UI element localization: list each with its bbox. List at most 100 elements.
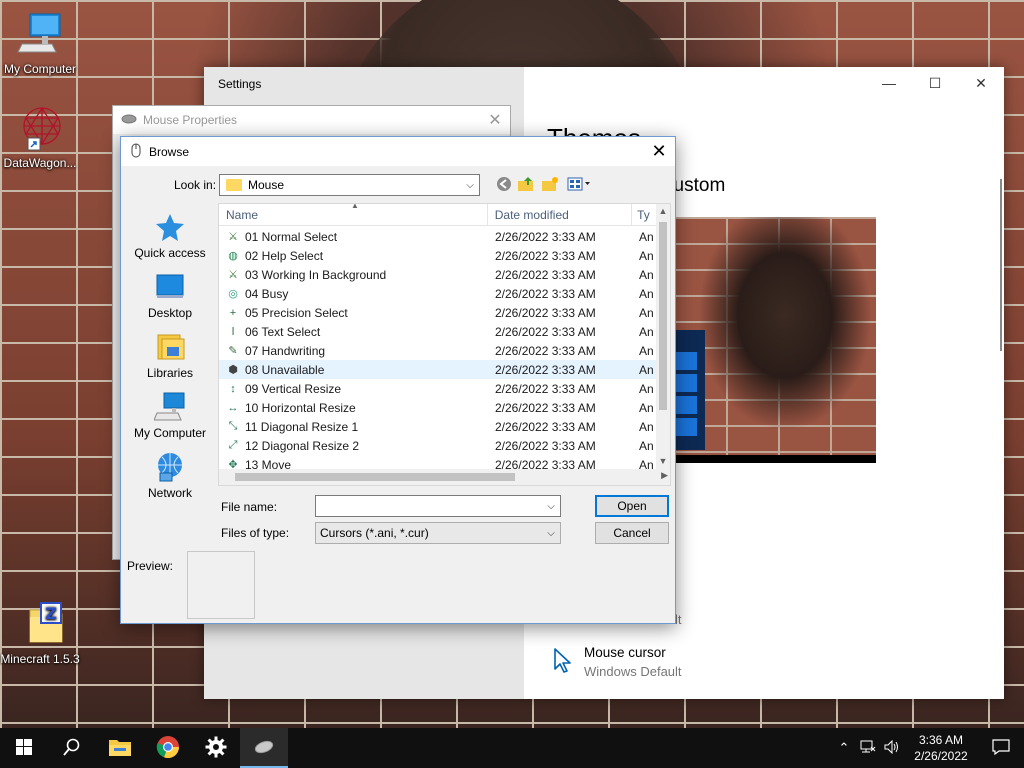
taskbar: ⌃ 3:36 AM 2/26/2022 [0,728,1024,768]
file-name-input[interactable]: ⌵ [315,495,561,517]
close-button[interactable]: ✕ [480,110,510,130]
preview-window [674,330,705,450]
notification-button[interactable] [978,738,1024,758]
file-name-text: 08 Unavailable [245,362,325,377]
desktop-icon-datawagon[interactable]: DataWagon... [0,104,80,170]
working-cursor-icon: ⚔ [228,269,238,281]
settings-scrollbar[interactable] [1000,179,1002,351]
minimize-button[interactable]: — [866,67,912,99]
file-row[interactable]: ↕ 09 Vertical Resize 2/26/2022 3:33 AM An [219,379,656,398]
file-row[interactable]: ⤢ 12 Diagonal Resize 2 2/26/2022 3:33 AM An [219,436,656,455]
file-row[interactable]: ↔ 10 Horizontal Resize 2/26/2022 3:33 AM An [219,398,656,417]
place-quick-access[interactable]: Quick access [127,211,213,260]
scroll-up-icon[interactable]: ▲ [656,206,670,216]
file-type-cell: An [639,362,654,377]
close-button[interactable]: ✕ [643,137,675,166]
file-name-cell: ↔ 10 Horizontal Resize [219,400,489,416]
cancel-button[interactable]: Cancel [595,522,669,544]
scroll-right-icon[interactable]: ▶ [661,470,668,481]
network-status-icon[interactable] [856,740,880,757]
file-row[interactable]: ⚔ 03 Working In Background 2/26/2022 3:33 … [219,265,656,284]
svg-text:Z: Z [45,604,57,623]
file-row[interactable]: ⤡ 11 Diagonal Resize 1 2/26/2022 3:33 AM An [219,417,656,436]
file-row[interactable]: ǀ 06 Text Select 2/26/2022 3:33 AM An [219,322,656,341]
file-date-cell: 2/26/2022 3:33 AM [495,438,596,453]
new-folder-icon [541,176,559,195]
file-date-cell: 2/26/2022 3:33 AM [495,381,596,396]
maximize-button[interactable]: ☐ [912,67,958,99]
file-row[interactable]: ✎ 07 Handwriting 2/26/2022 3:33 AM An [219,341,656,360]
diagonal-resize-1-cursor-icon: ⤡ [228,420,238,432]
desktop-icon-label: Minecraft 1.5.3 [0,652,80,666]
scroll-thumb[interactable] [235,473,515,481]
file-date-cell: 2/26/2022 3:33 AM [495,267,596,282]
clock-date: 2/26/2022 [914,749,968,763]
settings-button[interactable] [192,728,240,768]
chrome-button[interactable] [144,728,192,768]
file-name-cell: ⤡ 11 Diagonal Resize 1 [219,419,489,435]
file-name-text: 12 Diagonal Resize 2 [245,438,360,453]
file-row[interactable]: ⚔ 01 Normal Select 2/26/2022 3:33 AM An [219,227,656,246]
sword-cursor-icon: ⚔ [228,231,238,243]
file-name-cell: ◎ 04 Busy [219,286,489,302]
clock-time: 3:36 AM [918,733,964,747]
back-button[interactable] [493,175,515,195]
scroll-thumb[interactable] [659,222,667,410]
datawagon-shortcut-icon [16,104,64,152]
desktop-icon-label: My Computer [3,62,77,76]
place-libraries[interactable]: Libraries [127,331,213,380]
mouse-cursor-title[interactable]: Mouse cursor [584,645,666,660]
new-folder-button[interactable] [539,175,561,195]
preview-box [187,551,255,619]
chevron-up-icon[interactable]: ⌃ [832,740,856,756]
vertical-resize-cursor-icon: ↕ [230,382,236,395]
clock[interactable]: 3:36 AM 2/26/2022 [904,732,978,764]
start-button[interactable] [0,728,48,768]
browse-title: Browse [149,144,190,159]
column-header-date[interactable]: Date modified [488,204,633,225]
files-of-type-value: Cursors (*.ani, *.cur) [320,526,429,540]
mouse-properties-title: Mouse Properties [143,113,238,127]
view-menu-button[interactable] [565,175,593,195]
open-button[interactable]: Open [595,495,669,517]
file-name-text: 03 Working In Background [245,267,387,282]
place-label: Network [147,486,192,500]
up-folder-button[interactable] [515,175,537,195]
file-row[interactable]: ⬢ 08 Unavailable 2/26/2022 3:33 AM An [219,360,656,379]
file-row[interactable]: +05 Precision Select 2/26/2022 3:33 AM An [219,303,656,322]
sort-up-icon: ▲ [351,203,359,210]
handwriting-cursor-icon: ✎ [228,345,238,357]
desktop-icon-minecraft[interactable]: Z Minecraft 1.5.3 [0,600,80,666]
place-desktop[interactable]: Desktop [127,271,213,320]
chevron-down-icon[interactable]: ⌵ [542,501,560,512]
place-network[interactable]: Network [127,451,213,500]
look-in-dropdown[interactable]: Mouse ⌵ [219,174,480,196]
windows-logo-icon [16,738,32,758]
file-list-horizontal-scrollbar[interactable]: ▶ [219,469,670,485]
text-cursor-icon: ǀ [231,325,235,338]
file-type-cell: An [639,343,654,358]
theme-preview[interactable] [674,217,876,463]
file-name-text: 06 Text Select [245,324,321,339]
file-name-text: 01 Normal Select [245,229,338,244]
volume-icon[interactable] [880,739,904,757]
files-of-type-dropdown[interactable]: Cursors (*.ani, *.cur) ⌵ [315,522,561,544]
mouse-properties-button[interactable] [240,728,288,768]
file-name-cell: ⚔ 01 Normal Select [219,229,489,245]
search-button[interactable] [48,728,96,768]
file-row[interactable]: ◍ 02 Help Select 2/26/2022 3:33 AM An [219,246,656,265]
desktop-icon-my-computer[interactable]: My Computer [0,10,80,76]
chevron-down-icon: ⌵ [547,527,555,539]
file-row[interactable]: ◎ 04 Busy 2/26/2022 3:33 AM An [219,284,656,303]
scroll-down-icon[interactable]: ▼ [656,456,670,466]
computer-icon [16,10,64,58]
file-date-cell: 2/26/2022 3:33 AM [495,362,596,377]
file-list-vertical-scrollbar[interactable]: ▲ ▼ [656,204,670,470]
place-my-computer[interactable]: My Computer [127,391,213,440]
precision-cursor-icon: + [229,306,237,319]
file-name-cell: ⚔ 03 Working In Background [219,267,489,283]
close-button[interactable]: ✕ [958,67,1004,99]
column-header-type[interactable]: Ty [632,204,656,225]
file-explorer-button[interactable] [96,728,144,768]
mouse-icon [131,143,141,161]
